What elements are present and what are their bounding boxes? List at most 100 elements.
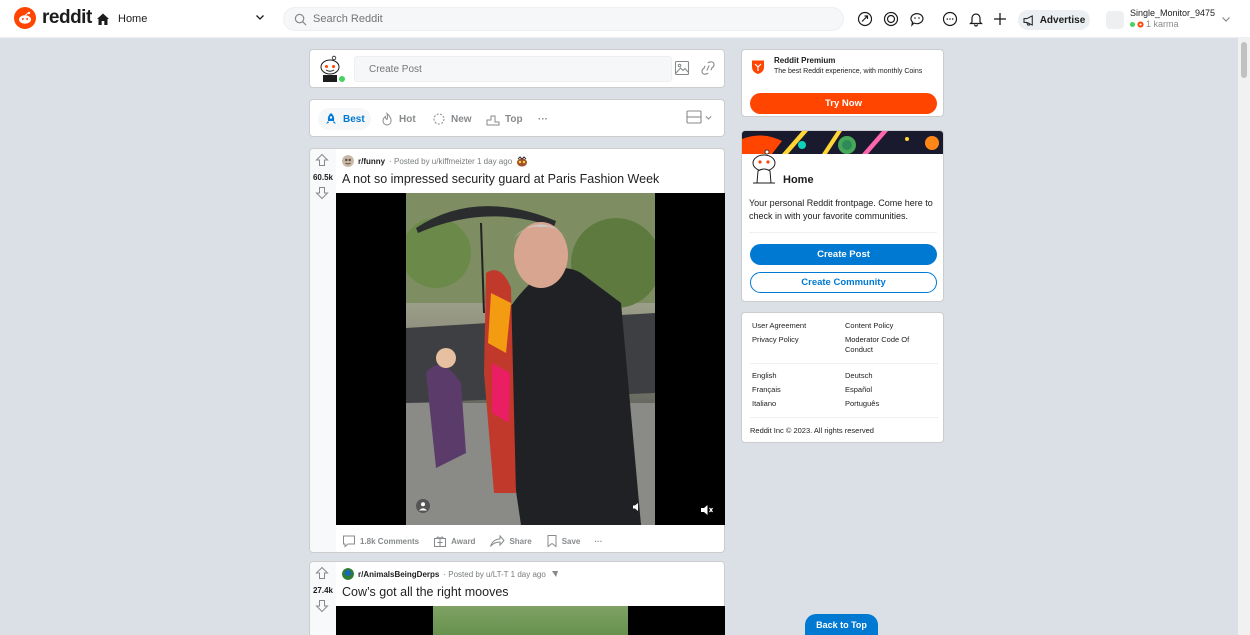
back-to-top-button[interactable]: Back to Top [805, 614, 878, 635]
subreddit-icon[interactable] [342, 568, 354, 580]
sparkle-icon [433, 113, 445, 125]
divider [750, 417, 938, 418]
award-label: Award [451, 536, 476, 546]
posted-by[interactable]: · Posted by u/kiffmeizter 1 day ago [389, 157, 512, 166]
subreddit-link[interactable]: r/AnimalsBeingDerps [358, 570, 439, 579]
try-now-button[interactable]: Try Now [750, 93, 937, 114]
comments-button[interactable]: 1.8k Comments [342, 534, 419, 548]
post-card[interactable]: 27.4k r/AnimalsBeingDerps · Posted by u/… [309, 561, 725, 635]
user-menu[interactable]: Single_Monitor_9475 1 karma [1106, 7, 1236, 31]
post-title[interactable]: A not so impressed security guard at Par… [342, 172, 659, 186]
view-layout-button[interactable] [686, 110, 713, 124]
vote-score: 60.5k [312, 173, 334, 182]
plus-icon[interactable] [991, 10, 1009, 28]
divider [750, 363, 938, 364]
save-label: Save [561, 536, 581, 546]
search-bar[interactable] [283, 7, 844, 31]
card-layout-icon [686, 110, 702, 124]
gift-icon [434, 536, 447, 547]
language-portuguese[interactable]: Português [845, 399, 879, 409]
mute-icon[interactable] [700, 504, 714, 516]
downvote-icon[interactable] [315, 186, 329, 200]
more-options-icon: ··· [538, 113, 548, 125]
reddit-logo[interactable]: reddit [14, 7, 92, 29]
language-spanish[interactable]: Español [845, 385, 872, 395]
shield-icon [752, 60, 764, 74]
premium-card: Reddit Premium The best Reddit experienc… [741, 49, 944, 117]
top-header: reddit Home Advertise Single_Monitor_947… [0, 0, 1250, 38]
home-feed-dropdown[interactable]: Home [96, 6, 272, 32]
chevron-down-icon [256, 15, 264, 20]
home-card-description: Your personal Reddit frontpage. Come her… [749, 198, 933, 221]
user-tag-icon[interactable] [416, 499, 430, 513]
snoo-logo-icon [14, 7, 36, 29]
language-german[interactable]: Deutsch [845, 371, 873, 381]
video-player[interactable] [336, 193, 725, 525]
link-user-agreement[interactable]: User Agreement [752, 321, 806, 331]
volume-icon[interactable] [632, 502, 642, 512]
post-meta: r/funny · Posted by u/kiffmeizter 1 day … [342, 155, 528, 167]
sort-hot-button[interactable]: Hot [374, 108, 422, 130]
search-icon [294, 13, 307, 25]
upvote-icon[interactable] [315, 153, 329, 167]
coins-icon[interactable] [882, 10, 900, 28]
save-button[interactable]: Save [546, 534, 581, 548]
share-label: Share [509, 536, 532, 546]
popular-icon[interactable] [856, 10, 874, 28]
downvote-icon[interactable] [315, 599, 329, 613]
post-meta: r/AnimalsBeingDerps · Posted by u/LT-T 1… [342, 568, 560, 580]
subreddit-link[interactable]: r/funny [358, 157, 385, 166]
more-options-icon: ··· [594, 536, 603, 546]
language-italian[interactable]: Italiano [752, 399, 776, 409]
comments-count: 1.8k Comments [360, 536, 420, 546]
post-title[interactable]: Cow’s got all the right mooves [342, 585, 509, 599]
chat-icon[interactable] [908, 10, 926, 28]
create-post-button[interactable]: Create Post [750, 244, 937, 265]
upvote-icon[interactable] [315, 566, 329, 580]
search-input[interactable] [313, 13, 813, 25]
messages-icon[interactable] [941, 10, 959, 28]
video-frame [406, 193, 655, 525]
sort-best-button[interactable]: Best [318, 108, 371, 130]
video-player[interactable] [336, 606, 725, 635]
language-english[interactable]: English [752, 371, 777, 381]
vote-column: 60.5k [310, 149, 336, 552]
footer-links-card: User Agreement Privacy Policy Content Po… [741, 312, 944, 443]
link-content-policy[interactable]: Content Policy [845, 321, 893, 331]
sort-new-button[interactable]: New [426, 108, 478, 130]
username: Single_Monitor_9475 [1130, 8, 1216, 18]
create-post-card [309, 49, 725, 88]
create-post-input[interactable] [354, 56, 672, 82]
award-badge-icon [517, 155, 528, 166]
create-community-button[interactable]: Create Community [750, 272, 937, 293]
sort-more-button[interactable]: ··· [532, 108, 554, 130]
award-button[interactable]: Award [433, 534, 475, 548]
sort-top-button[interactable]: Top [480, 108, 529, 130]
online-indicator [1130, 21, 1135, 27]
copyright: Reddit Inc © 2023. All rights reserved [750, 426, 874, 435]
share-button[interactable]: Share [489, 534, 532, 548]
advertise-button[interactable]: Advertise [1018, 10, 1090, 30]
sort-new-label: New [451, 113, 472, 125]
home-card-title: Home [783, 174, 814, 186]
subreddit-icon[interactable] [342, 155, 354, 167]
language-french[interactable]: Français [752, 385, 781, 395]
home-info-card: Home Your personal Reddit frontpage. Com… [741, 130, 944, 302]
link-moderator-code[interactable]: Moderator Code Of Conduct [845, 335, 935, 355]
award-badge-icon [551, 571, 558, 577]
page-scrollbar[interactable] [1238, 38, 1250, 635]
avatar [1106, 11, 1124, 29]
posted-by[interactable]: · Posted by u/LT-T 1 day ago [443, 570, 545, 579]
snoo-mascot-icon [752, 149, 776, 184]
post-card[interactable]: 60.5k r/funny · Posted by u/kiffmeizter … [309, 148, 725, 553]
image-upload-icon[interactable] [674, 60, 690, 76]
user-avatar-icon[interactable] [316, 54, 346, 84]
link-icon[interactable] [700, 60, 716, 76]
premium-title: Reddit Premium [774, 56, 836, 65]
scrollbar-thumb[interactable] [1241, 42, 1247, 78]
notifications-icon[interactable] [967, 10, 985, 28]
more-options-button[interactable]: ··· [594, 537, 602, 546]
video-still [406, 193, 655, 525]
link-privacy-policy[interactable]: Privacy Policy [752, 335, 799, 345]
brand-wordmark: reddit [42, 7, 92, 28]
